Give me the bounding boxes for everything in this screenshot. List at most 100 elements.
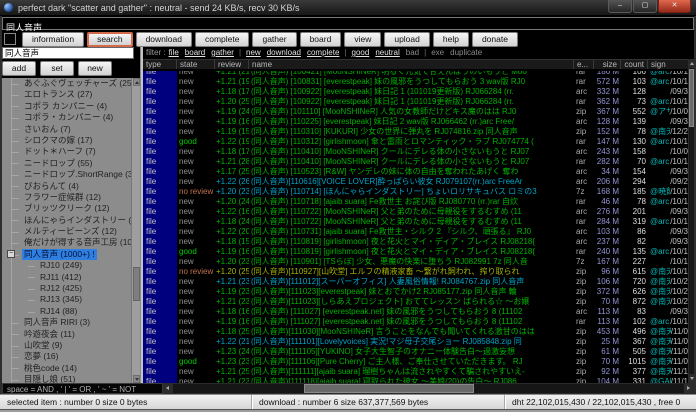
- filter-complete[interactable]: complete: [307, 48, 339, 57]
- table-row[interactable]: filenew+1.20 (23((同人音声) [110901] [TSらぼ] …: [143, 257, 688, 267]
- tree-item[interactable]: コポラ カンパニー (4): [2, 101, 140, 112]
- tree-item[interactable]: コポラ・カンパニー (4): [2, 112, 140, 123]
- tree-item[interactable]: ニードロップ.ShortRange (3): [2, 169, 140, 180]
- toolbar-button-download[interactable]: download: [136, 32, 192, 47]
- toolbar-button-board[interactable]: board: [300, 32, 342, 47]
- sidebar-button-add[interactable]: add: [2, 61, 36, 76]
- tree-item[interactable]: 同人音声 RIRI (3): [2, 317, 140, 328]
- tree-item[interactable]: エロトランス (27): [2, 89, 140, 100]
- filter-new[interactable]: new: [246, 48, 261, 57]
- table-row[interactable]: filenew+1.22 (20((同人音声) [110731] [ajaib …: [143, 227, 688, 237]
- toolbar-button-upload[interactable]: upload: [384, 32, 430, 47]
- column-header-count[interactable]: count: [621, 60, 648, 69]
- table-row[interactable]: filenew+1.19 (16((同人音声) [111027] [everes…: [143, 317, 688, 327]
- filter-file[interactable]: file: [169, 48, 179, 57]
- tree-item[interactable]: メルティービーンズ (12): [2, 226, 140, 237]
- sidebar-button-new[interactable]: new: [78, 61, 112, 76]
- splitter[interactable]: [140, 47, 143, 383]
- table-row[interactable]: fileno review+1.20 (23((同人音声) [110714] […: [143, 187, 688, 197]
- tree-item[interactable]: 目隠し娘 (51): [2, 374, 140, 383]
- column-header-state[interactable]: state: [177, 60, 215, 69]
- table-row[interactable]: filenew+1.22 (21((同人音声)[111101][Lovelyvo…: [143, 337, 688, 347]
- table-row[interactable]: fileno review+1.20 (25((同人音声)[110927][山吹…: [143, 267, 688, 277]
- filter-good[interactable]: good: [352, 48, 370, 57]
- filter-download[interactable]: download: [267, 48, 301, 57]
- toolbar-button-gather[interactable]: gather: [252, 32, 296, 47]
- table-row[interactable]: filenew+1.19 (16((同人音声) [110225] [everes…: [143, 117, 688, 127]
- tree-item[interactable]: ほんにゃらインダストリー (12): [2, 215, 140, 226]
- scroll-up-icon[interactable]: [133, 78, 140, 86]
- toolbar-button-search[interactable]: search: [87, 32, 133, 47]
- table-row[interactable]: filenew+1.18 (16((同人音声) [111027] [everes…: [143, 307, 688, 317]
- table-row[interactable]: filenew+1.21 (23((同人音声)[111012][スーパーオフィス…: [143, 277, 688, 287]
- tree-item[interactable]: ブリッツクリーク (12): [2, 203, 140, 214]
- sidebar-button-set[interactable]: set: [40, 61, 74, 76]
- table-row[interactable]: filenew+1.18 (24((同人音声) [110722] [MooNSH…: [143, 217, 688, 227]
- filter-bad[interactable]: bad: [406, 48, 419, 57]
- scroll-right-icon[interactable]: [684, 384, 693, 393]
- collapse-icon[interactable]: −: [7, 250, 15, 258]
- tree-item[interactable]: 恋夢 (16): [2, 351, 140, 362]
- tree-item[interactable]: さいおん (7): [2, 124, 140, 135]
- table-row[interactable]: filenew+1.21 (25((同人音声)[111111][ajaib su…: [143, 367, 688, 377]
- table-row[interactable]: filenew+1.20 (25((同人音声) [100922] [everes…: [143, 97, 688, 107]
- table-row[interactable]: filenew+1.18 (17((同人音声) [110410] [MooNSH…: [143, 147, 688, 157]
- tree-item[interactable]: びおらんて (4): [2, 181, 140, 192]
- column-header-review[interactable]: review: [215, 60, 249, 69]
- table-row[interactable]: filenew+1.19 (15((同人音声) [110310] [KUKURI…: [143, 127, 688, 137]
- table-row[interactable]: filegood+1.22 (19((同人音声) [110312] [girli…: [143, 137, 688, 147]
- toolbar-button-donate[interactable]: donate: [472, 32, 518, 47]
- sidebar-search-input[interactable]: [2, 47, 134, 59]
- scroll-left-icon[interactable]: [164, 384, 173, 393]
- tree-scrollbar[interactable]: [131, 78, 140, 383]
- tree-item[interactable]: RJ10 (249): [2, 260, 140, 271]
- table-row[interactable]: filenew+1.18 (25((同人音声)[111030][MooNSHIN…: [143, 327, 688, 337]
- minimize-button[interactable]: –: [608, 0, 632, 13]
- column-header-sign[interactable]: sign: [648, 60, 688, 69]
- column-header-size[interactable]: size: [594, 60, 621, 69]
- tree-item[interactable]: 山吹堂 (9): [2, 340, 140, 351]
- filter-exe[interactable]: exe: [431, 48, 444, 57]
- toolbar-button-view[interactable]: view: [344, 32, 381, 47]
- table-row[interactable]: filenew+1.22 (16((同人音声) [110722] [MooNSH…: [143, 207, 688, 217]
- maximize-button[interactable]: ▢: [633, 0, 657, 13]
- close-button[interactable]: ✕: [658, 0, 691, 13]
- table-row[interactable]: filenew+1.17 (25((同人音声) [110523] [R&W] ヤ…: [143, 167, 688, 177]
- table-row[interactable]: filegood+1.23 (23((同人音声)[111106][Pure Ch…: [143, 357, 688, 367]
- table-row[interactable]: filenew+1.22 (26((同人音声)[110616][VOICE LO…: [143, 177, 688, 187]
- table-row[interactable]: filenew+1.18 (15((同人音声) [110819] [girlis…: [143, 237, 688, 247]
- tree-scrollbar-thumb[interactable]: [133, 267, 140, 301]
- tree-item[interactable]: RJ13 (345): [2, 294, 140, 305]
- column-header-name[interactable]: name: [249, 60, 574, 69]
- table-row[interactable]: filenew+1.19 (24((同人音声) [101110] [MooNSH…: [143, 107, 688, 117]
- table-row[interactable]: filenew+1.21 (19((同人音声) [100831] [everes…: [143, 77, 688, 87]
- filter-gather[interactable]: gather: [211, 48, 234, 57]
- tree-item[interactable]: RJ14 (88): [2, 306, 140, 317]
- filter-duplicate[interactable]: duplicate: [450, 48, 482, 57]
- tree-item[interactable]: シロクマの嫁 (17): [2, 135, 140, 146]
- tree-item[interactable]: −同人音声 (1000+) !: [2, 249, 140, 260]
- table-row[interactable]: filenew+1.23 (24((同人音声)[111105][YUKINO] …: [143, 347, 688, 357]
- tree-item[interactable]: フラワー症候群 (12): [2, 192, 140, 203]
- toolbar-button-complete[interactable]: complete: [195, 32, 250, 47]
- table-row[interactable]: filenew+1.20 (24((同人音声) [110718] [ajaib …: [143, 197, 688, 207]
- tree-item[interactable]: 吟遊夜会 (11): [2, 329, 140, 340]
- tree-item[interactable]: 俺だけが得する音声工房 (10): [2, 237, 140, 248]
- toolbar-button-information[interactable]: information: [22, 32, 84, 47]
- tree-item[interactable]: 桃色code (14): [2, 363, 140, 374]
- table-row[interactable]: filenew+1.19 (23((同人音声)[111023][everestp…: [143, 287, 688, 297]
- table-row[interactable]: filenew+1.21 (28((同人音声) [110410] [MooNSH…: [143, 157, 688, 167]
- tree-item[interactable]: RJ12 (425): [2, 283, 140, 294]
- table-row[interactable]: filenew+1.21 (23((同人音声)[111023][しらあえプロジェ…: [143, 297, 688, 307]
- table-row[interactable]: filenew+1.18 (17((同人音声) [100922] [everes…: [143, 87, 688, 97]
- table-row[interactable]: filegood+1.19 (16((同人音声) [110819] [girli…: [143, 247, 688, 257]
- tree-item[interactable]: ドット＊ハーフ (7): [2, 146, 140, 157]
- horizontal-scrollbar-thumb[interactable]: [304, 384, 474, 393]
- tree-item[interactable]: RJ11 (412): [2, 272, 140, 283]
- filter-board[interactable]: board: [185, 48, 205, 57]
- column-header-e[interactable]: e...: [574, 60, 594, 69]
- scroll-down-icon[interactable]: [133, 375, 140, 383]
- tree-item[interactable]: ニードロップ (55): [2, 158, 140, 169]
- filter-neutral[interactable]: neutral: [375, 48, 399, 57]
- tree-item[interactable]: あぐふぐヴェッチャーズ (25): [2, 78, 140, 89]
